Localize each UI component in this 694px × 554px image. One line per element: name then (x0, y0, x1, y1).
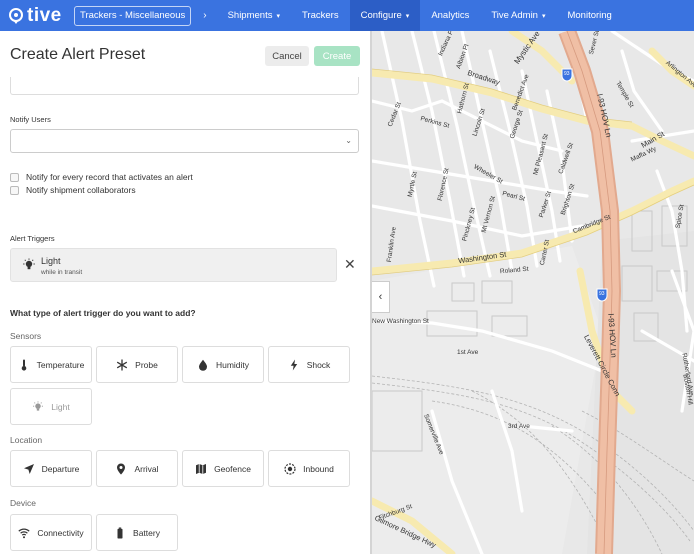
chevron-down-icon: ▾ (405, 12, 410, 20)
map-canvas (372, 31, 694, 554)
tile-label: Connectivity (37, 527, 84, 538)
notify-every-record-label: Notify for every record that activates a… (26, 172, 193, 182)
tile-departure[interactable]: Departure (10, 450, 92, 487)
tile-label: Departure (41, 463, 80, 474)
cancel-button[interactable]: Cancel (265, 46, 309, 66)
highway-badge-label: 93 (599, 291, 605, 297)
chevron-right-icon: › (203, 10, 207, 21)
tile-arrival[interactable]: Arrival (96, 450, 178, 487)
notify-collaborators-label: Notify shipment collaborators (26, 185, 136, 195)
collapse-panel-button[interactable]: ‹ (372, 281, 390, 313)
light-bulb-icon (23, 258, 35, 270)
nav-trackers[interactable]: Trackers (291, 0, 350, 31)
tile-label: Geofence (214, 463, 251, 474)
highway-badge-label: 93 (564, 71, 570, 77)
tile-label: Probe (135, 359, 158, 370)
nav-analytics[interactable]: Analytics (420, 0, 480, 31)
map-icon (196, 463, 207, 474)
tile-label: Shock (306, 359, 331, 370)
nav-tive-admin[interactable]: Tive Admin ▾ (480, 0, 556, 31)
tile-shock[interactable]: Shock (268, 346, 350, 383)
notify-collaborators-row[interactable]: Notify shipment collaborators (10, 185, 136, 195)
tile-connectivity[interactable]: Connectivity (10, 514, 92, 551)
nav-monitoring[interactable]: Monitoring (556, 0, 622, 31)
trigger-subtitle: while in transit (41, 269, 83, 276)
map-label: 3rd Ave (508, 423, 530, 430)
notify-collaborators-checkbox[interactable] (10, 185, 19, 195)
tile-temperature[interactable]: Temperature (10, 346, 92, 383)
tile-label: Temperature (36, 359, 85, 370)
tile-humidity[interactable]: Humidity (182, 346, 264, 383)
sensors-group-label: Sensors (10, 331, 42, 341)
lightning-bolt-icon (290, 359, 297, 370)
battery-icon (117, 527, 123, 538)
target-radar-icon (284, 462, 296, 475)
logo-text: tive (27, 4, 62, 26)
map-pin-icon (117, 463, 126, 474)
top-nav: tive Trackers - Miscellaneous › Shipment… (0, 0, 694, 31)
tile-geofence[interactable]: Geofence (182, 450, 264, 487)
chevron-left-icon: ‹ (378, 291, 383, 303)
nav-shipments[interactable]: Shipments ▾ (217, 0, 291, 31)
chevron-down-icon: ▾ (276, 12, 280, 20)
snowflake-icon (117, 359, 128, 370)
alert-triggers-label: Alert Triggers (10, 234, 55, 243)
droplet-icon (198, 359, 207, 371)
map-label: New Washington St (372, 318, 429, 325)
trigger-title: Light (41, 256, 61, 266)
tile-light[interactable]: Light (10, 388, 92, 425)
light-bulb-icon (33, 400, 44, 411)
panel-header: Create Alert Preset Cancel Create (10, 41, 360, 69)
map-view[interactable]: Indiana Pl Albion Pl Mystic Ave Hathorn … (372, 31, 694, 554)
chevron-down-icon: ⌄ (345, 136, 352, 145)
create-alert-preset-panel: Create Alert Preset Cancel Create Notify… (0, 31, 370, 554)
nav-configure[interactable]: Configure ▾ (349, 0, 421, 31)
tile-battery[interactable]: Battery (96, 514, 178, 551)
location-pin-icon (9, 7, 23, 24)
notify-every-record-row[interactable]: Notify for every record that activates a… (10, 172, 193, 182)
tile-label: Light (51, 401, 70, 412)
map-label: 1st Ave (457, 349, 479, 356)
device-group-label: Device (10, 498, 36, 508)
page-title: Create Alert Preset (10, 46, 146, 63)
create-button[interactable]: Create (314, 46, 360, 66)
trigger-type-question: What type of alert trigger do you want t… (10, 308, 196, 318)
tile-label: Humidity (215, 359, 250, 370)
navigation-arrow-icon (23, 463, 34, 474)
remove-trigger-close-icon[interactable]: ✕ (344, 257, 356, 271)
tile-inbound[interactable]: Inbound (268, 450, 350, 487)
tile-label: Arrival (134, 463, 159, 474)
tile-probe[interactable]: Probe (96, 346, 178, 383)
location-group-label: Location (10, 435, 43, 445)
tile-label: Inbound (303, 463, 334, 474)
wifi-icon (18, 527, 30, 538)
notify-users-select[interactable]: ⌄ (10, 129, 359, 153)
chevron-down-icon: ▾ (541, 12, 546, 20)
trigger-card-light[interactable]: Light while in transit (10, 248, 337, 282)
thermometer-icon (21, 359, 26, 371)
tive-logo[interactable]: tive (8, 5, 68, 27)
notify-users-label: Notify Users (10, 115, 51, 124)
org-selector[interactable]: Trackers - Miscellaneous (74, 5, 192, 26)
tile-label: Battery (133, 527, 160, 538)
preset-name-input[interactable] (10, 77, 359, 95)
notify-every-record-checkbox[interactable] (10, 172, 19, 182)
